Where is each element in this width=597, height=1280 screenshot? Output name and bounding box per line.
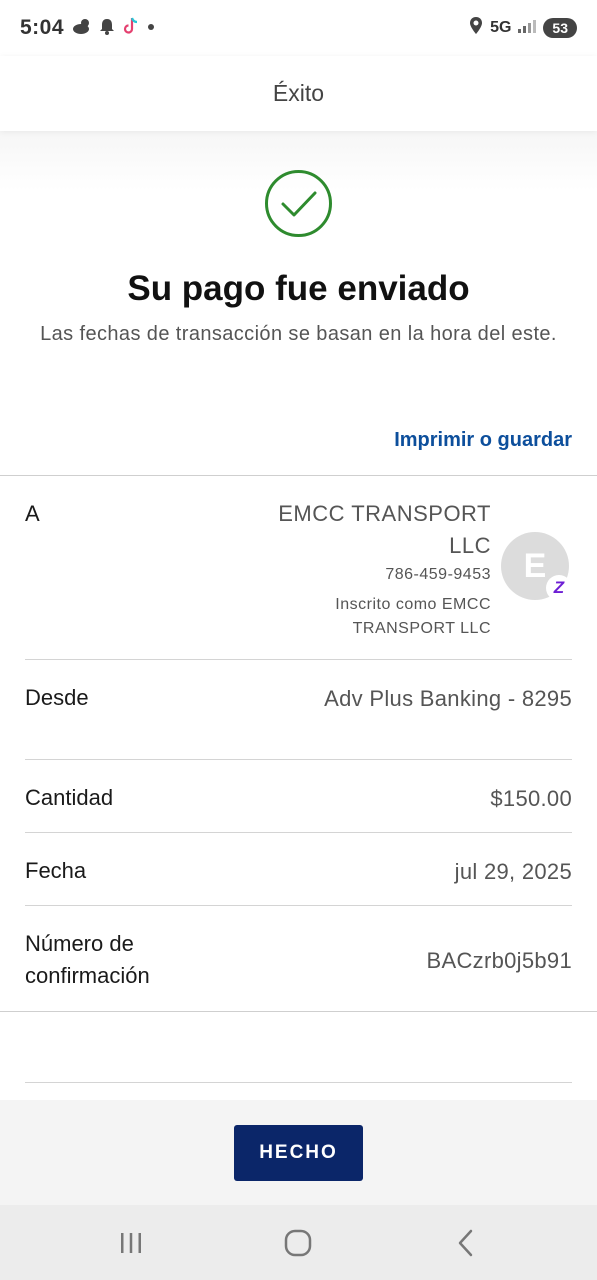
notification-bell-icon — [98, 17, 116, 40]
page-title: Éxito — [272, 80, 325, 106]
payee-phone: 786-459-9453 — [385, 566, 491, 583]
zelle-badge-letter: Z — [553, 578, 565, 597]
divider — [0, 1011, 597, 1012]
status-time: 5:04 — [20, 16, 65, 39]
dot-icon — [146, 19, 156, 37]
print-or-save-link[interactable]: Imprimir o guardar — [394, 429, 572, 452]
confirmation-subtitle: Las fechas de transacción se basan en la… — [40, 323, 557, 345]
system-nav-bar — [0, 1205, 597, 1280]
confirmation-hero: Su pago fue enviado Las fechas de transa… — [0, 131, 597, 476]
status-notification-icons — [72, 16, 156, 41]
payee-label: A — [25, 501, 40, 526]
status-bar: 5:04 5G 53 — [0, 0, 597, 56]
confirmation-number-value: BACzrb0j5b91 — [426, 948, 572, 973]
avatar-letter: E — [523, 546, 547, 585]
recent-apps-icon[interactable] — [109, 1223, 153, 1263]
app-header: Éxito — [0, 56, 597, 131]
date-label: Fecha — [25, 858, 87, 883]
weather-icon — [72, 17, 92, 40]
location-icon — [468, 16, 484, 41]
payee-enrolled-name: Inscrito como EMCC TRANSPORT LLC — [335, 596, 491, 637]
signal-icon — [517, 18, 537, 39]
home-icon[interactable] — [276, 1223, 320, 1263]
status-system-icons: 5G 53 — [468, 16, 577, 41]
back-icon[interactable] — [444, 1223, 488, 1263]
date-value: jul 29, 2025 — [454, 859, 572, 884]
footer: HECHO — [0, 1100, 597, 1205]
confirmation-title: Su pago fue enviado — [127, 269, 470, 308]
check-circle-icon — [264, 169, 333, 238]
divider — [25, 659, 572, 660]
divider — [25, 905, 572, 906]
amount-value: $150.00 — [490, 786, 572, 811]
tiktok-icon — [122, 16, 140, 41]
from-account-value: Adv Plus Banking - 8295 — [324, 686, 572, 711]
battery-indicator: 53 — [543, 18, 577, 38]
divider — [0, 475, 597, 476]
confirmation-number-label: Número de confirmación — [25, 931, 150, 988]
done-button[interactable]: HECHO — [234, 1125, 363, 1181]
divider — [25, 832, 572, 833]
amount-label: Cantidad — [25, 785, 114, 810]
network-type: 5G — [490, 19, 512, 36]
zelle-icon: Z — [546, 575, 572, 601]
payee-name: EMCC TRANSPORT LLC — [278, 501, 491, 558]
divider — [25, 1082, 572, 1083]
divider — [25, 759, 572, 760]
from-label: Desde — [25, 685, 89, 710]
